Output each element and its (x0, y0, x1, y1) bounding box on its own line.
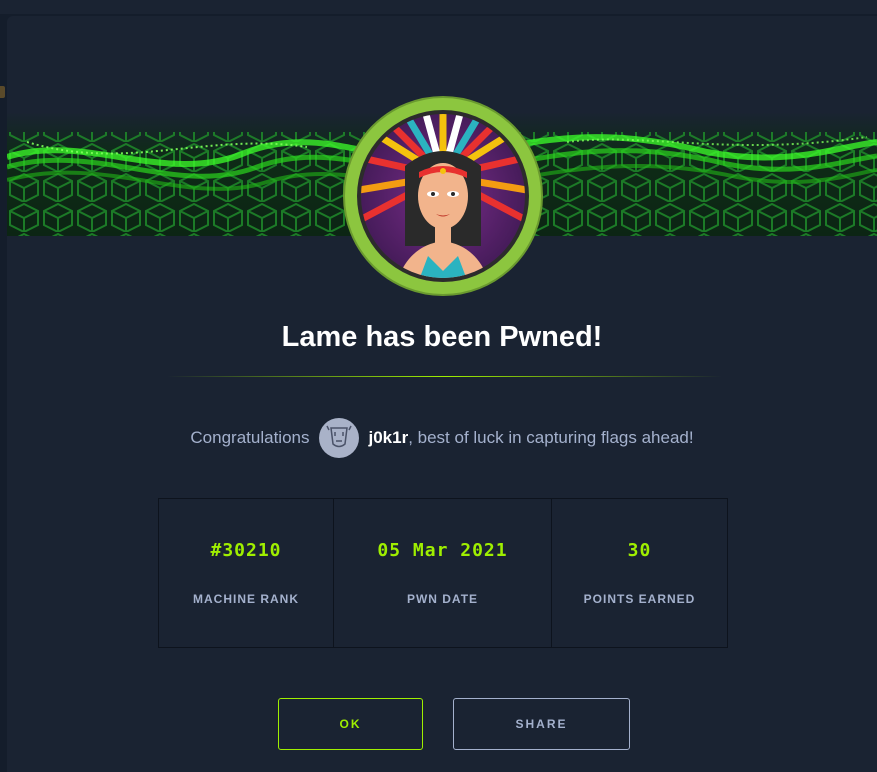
stat-label: MACHINE RANK (193, 592, 299, 606)
congrats-text: Congratulations (190, 428, 310, 447)
stat-pwn-date: 05 Mar 2021 PWN DATE (334, 499, 552, 647)
stats-table: #30210 MACHINE RANK 05 Mar 2021 PWN DATE… (158, 498, 728, 648)
stat-value: #30210 (210, 540, 282, 561)
backdrop-strip (0, 0, 877, 14)
congrats-suffix: , best of luck in capturing flags ahead! (408, 428, 694, 447)
pwned-modal: Lame has been Pwned! Congratulations j0k… (7, 16, 877, 772)
stat-value: 05 Mar 2021 (377, 540, 508, 561)
stat-value: 30 (627, 540, 652, 561)
stat-label: PWN DATE (406, 592, 479, 606)
share-button[interactable]: SHARE (453, 698, 630, 750)
stat-machine-rank: #30210 MACHINE RANK (159, 499, 334, 647)
title-divider (167, 376, 722, 377)
page-title: Lame has been Pwned! (281, 321, 603, 353)
stat-points-earned: 30 POINTS EARNED (552, 499, 727, 647)
ok-button[interactable]: OK (278, 698, 423, 750)
side-handle[interactable] (0, 86, 5, 98)
machine-avatar-icon (343, 96, 543, 296)
user-avatar-icon (319, 418, 360, 458)
username[interactable]: j0k1r (368, 428, 408, 448)
stat-label: POINTS EARNED (583, 592, 696, 606)
congrats-line: Congratulations j0k1r , best of luck in … (7, 418, 877, 458)
